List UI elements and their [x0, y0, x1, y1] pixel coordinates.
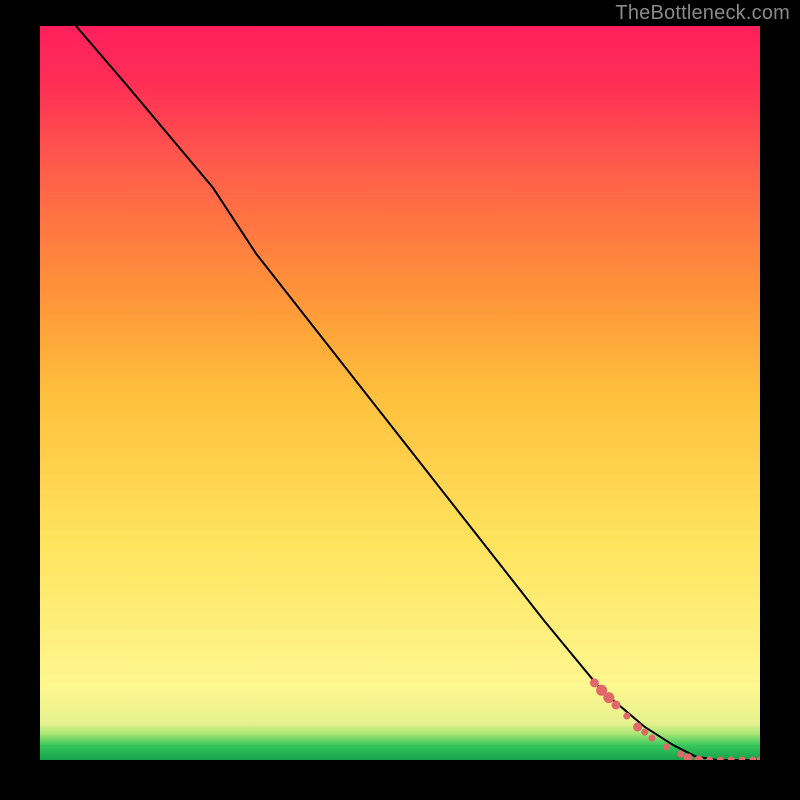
- data-point: [739, 757, 745, 760]
- chart-points: [590, 679, 760, 760]
- data-point: [757, 757, 760, 760]
- data-point: [707, 757, 713, 760]
- data-point: [750, 757, 756, 760]
- data-point: [663, 744, 669, 750]
- data-point: [590, 679, 598, 687]
- plot-area: [40, 26, 760, 760]
- data-point: [642, 729, 648, 735]
- data-point: [649, 735, 655, 741]
- chart-line: [76, 26, 760, 760]
- data-point: [717, 757, 723, 760]
- attribution-label: TheBottleneck.com: [615, 2, 790, 25]
- data-point: [612, 701, 620, 709]
- data-point: [728, 757, 734, 760]
- data-point: [634, 723, 642, 731]
- data-point: [695, 756, 703, 760]
- data-point: [604, 693, 614, 703]
- chart-frame: TheBottleneck.com: [0, 0, 800, 800]
- chart-svg: [40, 26, 760, 760]
- data-point: [684, 754, 692, 760]
- data-point: [624, 713, 630, 719]
- data-point: [678, 751, 684, 757]
